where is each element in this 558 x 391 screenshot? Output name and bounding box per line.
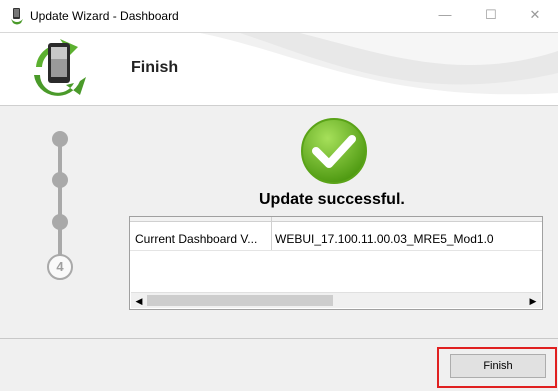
version-table: Current Dashboard V... WEBUI_17.100.11.0… xyxy=(129,216,543,310)
success-check-icon xyxy=(301,118,367,184)
window-title: Update Wizard - Dashboard xyxy=(30,9,179,23)
row-value-cell: WEBUI_17.100.11.00.03_MRE5_Mod1.0 xyxy=(275,232,494,246)
column-divider xyxy=(271,217,272,250)
table-row[interactable]: Current Dashboard V... WEBUI_17.100.11.0… xyxy=(130,229,542,251)
step-4-current: 4 xyxy=(47,254,73,280)
footer-divider xyxy=(0,338,558,339)
scroll-left-icon[interactable]: ◀ xyxy=(133,295,145,307)
wizard-header: Finish xyxy=(0,33,558,106)
title-bar: Update Wizard - Dashboard — ☐ ✕ xyxy=(0,0,558,33)
phone-sync-icon xyxy=(34,39,86,96)
close-button[interactable]: ✕ xyxy=(512,0,558,32)
step-2-dot xyxy=(52,172,68,188)
step-3-dot xyxy=(52,214,68,230)
step-connector xyxy=(58,138,62,263)
table-header xyxy=(130,217,542,222)
scroll-right-icon[interactable]: ▶ xyxy=(527,295,539,307)
wizard-content: 4 Update successful. Current Dashboard V… xyxy=(0,106,558,338)
page-title: Finish xyxy=(131,59,179,76)
status-message: Update successful. xyxy=(259,191,405,208)
scroll-thumb[interactable] xyxy=(147,295,333,306)
step-1-dot xyxy=(52,131,68,147)
horizontal-scrollbar[interactable]: ◀ ▶ xyxy=(131,292,541,308)
finish-button[interactable]: Finish xyxy=(450,354,546,378)
app-icon xyxy=(11,8,23,25)
minimize-button[interactable]: — xyxy=(422,0,468,32)
row-name-cell: Current Dashboard V... xyxy=(135,232,258,246)
finish-highlight: Finish xyxy=(437,347,557,388)
maximize-button[interactable]: ☐ xyxy=(468,0,514,32)
step-progress: 4 xyxy=(40,126,80,280)
